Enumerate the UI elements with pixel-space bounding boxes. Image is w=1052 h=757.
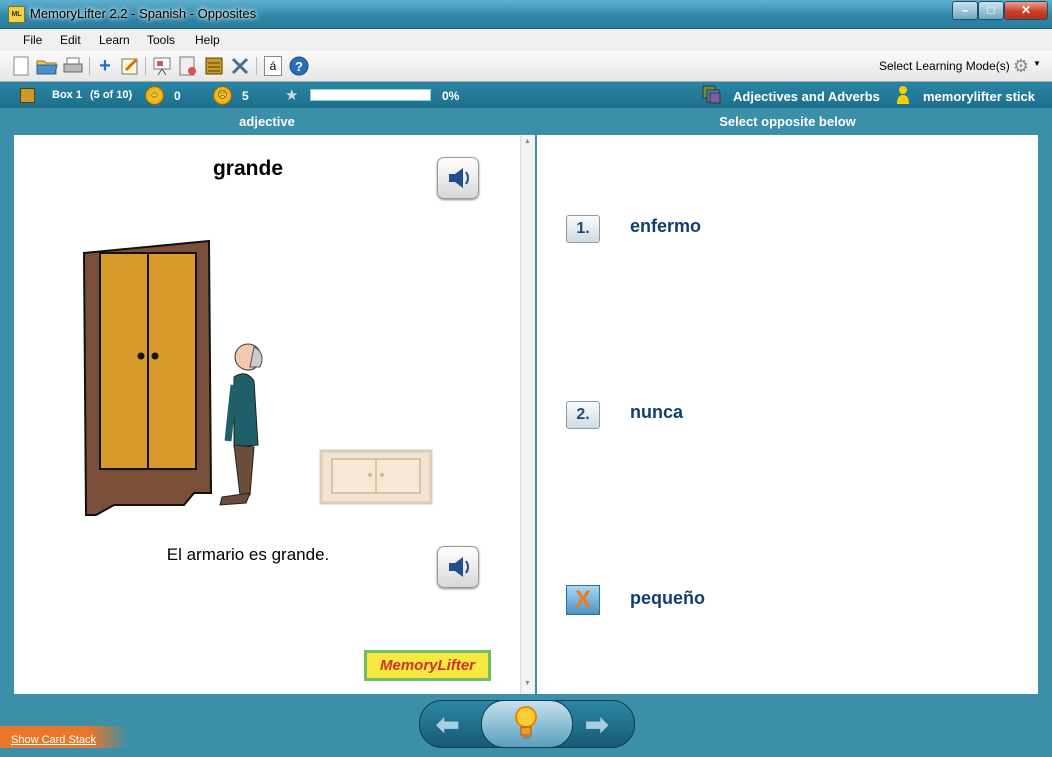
open-folder-icon[interactable] [36, 55, 58, 77]
toolbar-separator [256, 57, 257, 75]
answer-option-3[interactable]: X [566, 585, 600, 615]
add-card-icon[interactable]: + [94, 55, 116, 77]
slideshow-icon[interactable] [151, 55, 173, 77]
minimize-button[interactable]: – [952, 1, 978, 20]
settings-tools-icon[interactable] [229, 55, 251, 77]
learning-status-bar: Box 1 (5 of 10) ☺ 0 ☹ 5 ★ 0% Adjectives … [0, 82, 1052, 108]
answer-text-1[interactable]: enfermo [630, 216, 701, 237]
card-statistics-icon[interactable] [177, 55, 199, 77]
lightbulb-icon[interactable] [511, 704, 541, 742]
arrow-right-icon[interactable]: ➡ [585, 708, 608, 741]
close-button[interactable]: ✕ [1004, 1, 1048, 20]
answer-number-badge[interactable]: 2. [566, 401, 600, 429]
bottom-navigation: ⬅ ➡ Show Card Stack [0, 694, 1052, 757]
box-icon [20, 88, 35, 103]
scroll-up-icon[interactable]: ▲ [524, 138, 531, 145]
window-title: MemoryLifter 2.2 - Spanish - Opposites [30, 6, 257, 21]
question-illustration [82, 239, 433, 516]
app-icon: ML [8, 6, 25, 23]
special-characters-icon[interactable]: á [262, 55, 284, 77]
menu-help[interactable]: Help [195, 33, 220, 47]
question-word: grande [212, 157, 283, 180]
play-sentence-audio-button[interactable] [437, 546, 479, 588]
answer-option-2[interactable]: 2. [566, 401, 600, 429]
toolbar-separator [145, 57, 146, 75]
question-panel: grande El armario es grande. MemoryLifte… [14, 135, 535, 694]
memorylifter-logo: MemoryLifter [364, 650, 491, 681]
chapter-icon [702, 85, 722, 105]
user-name: memorylifter stick [923, 89, 1035, 104]
show-card-stack-link[interactable]: Show Card Stack [11, 734, 96, 746]
learning-mode-label[interactable]: Select Learning Mode(s) [879, 59, 1010, 73]
svg-text:?: ? [295, 59, 303, 74]
maximize-button[interactable]: □ [978, 1, 1004, 20]
menu-edit[interactable]: Edit [60, 33, 81, 47]
answer-panel: 1. enfermo 2. nunca X pequeño [537, 135, 1038, 694]
progress-percent: 0% [442, 89, 460, 103]
new-file-icon[interactable] [10, 55, 32, 77]
menu-tools[interactable]: Tools [147, 33, 175, 47]
progress-bar [310, 89, 431, 101]
title-bar: ML MemoryLifter 2.2 - Spanish - Opposite… [0, 0, 1052, 29]
gear-icon[interactable]: ⚙ [1010, 55, 1032, 77]
question-scrollbar[interactable]: ▲ ▼ [520, 135, 535, 694]
box-count: (5 of 10) [90, 89, 133, 101]
answer-header: Select opposite below [719, 114, 856, 129]
user-icon [896, 85, 910, 105]
chevron-down-icon[interactable]: ▼ [1033, 59, 1041, 68]
question-header: adjective [239, 114, 295, 129]
scroll-down-icon[interactable]: ▼ [524, 680, 531, 687]
toolbar-separator [89, 57, 90, 75]
wrong-count: 5 [242, 89, 249, 103]
example-sentence: El armario es grande. [166, 545, 330, 564]
print-icon[interactable] [62, 55, 84, 77]
answer-text-3[interactable]: pequeño [630, 588, 705, 609]
card-header: adjective Select opposite below [0, 108, 1052, 134]
answer-number-badge[interactable]: 1. [566, 215, 600, 243]
play-word-audio-button[interactable] [437, 157, 479, 199]
menu-file[interactable]: File [23, 33, 42, 47]
correct-count: 0 [174, 89, 181, 103]
help-icon[interactable]: ? [288, 55, 310, 77]
menu-bar: File Edit Learn Tools Help [0, 29, 1052, 51]
wrong-mark-icon[interactable]: X [566, 585, 600, 615]
menu-learn[interactable]: Learn [99, 33, 130, 47]
edit-card-icon[interactable] [119, 55, 141, 77]
learning-box-icon[interactable] [203, 55, 225, 77]
chapter-name[interactable]: Adjectives and Adverbs [733, 89, 880, 104]
toolbar: + á ? Select Learning Mode(s) ⚙ ▼ [0, 51, 1052, 82]
answer-option-1[interactable]: 1. [566, 215, 600, 243]
box-label: Box 1 [52, 89, 82, 101]
happy-face-icon: ☺ [145, 86, 164, 105]
speaker-icon [449, 168, 469, 188]
star-icon: ★ [285, 87, 299, 104]
sad-face-icon: ☹ [213, 86, 232, 105]
answer-text-2[interactable]: nunca [630, 402, 683, 423]
speaker-icon [449, 557, 469, 577]
arrow-left-icon[interactable]: ⬅ [436, 708, 459, 741]
